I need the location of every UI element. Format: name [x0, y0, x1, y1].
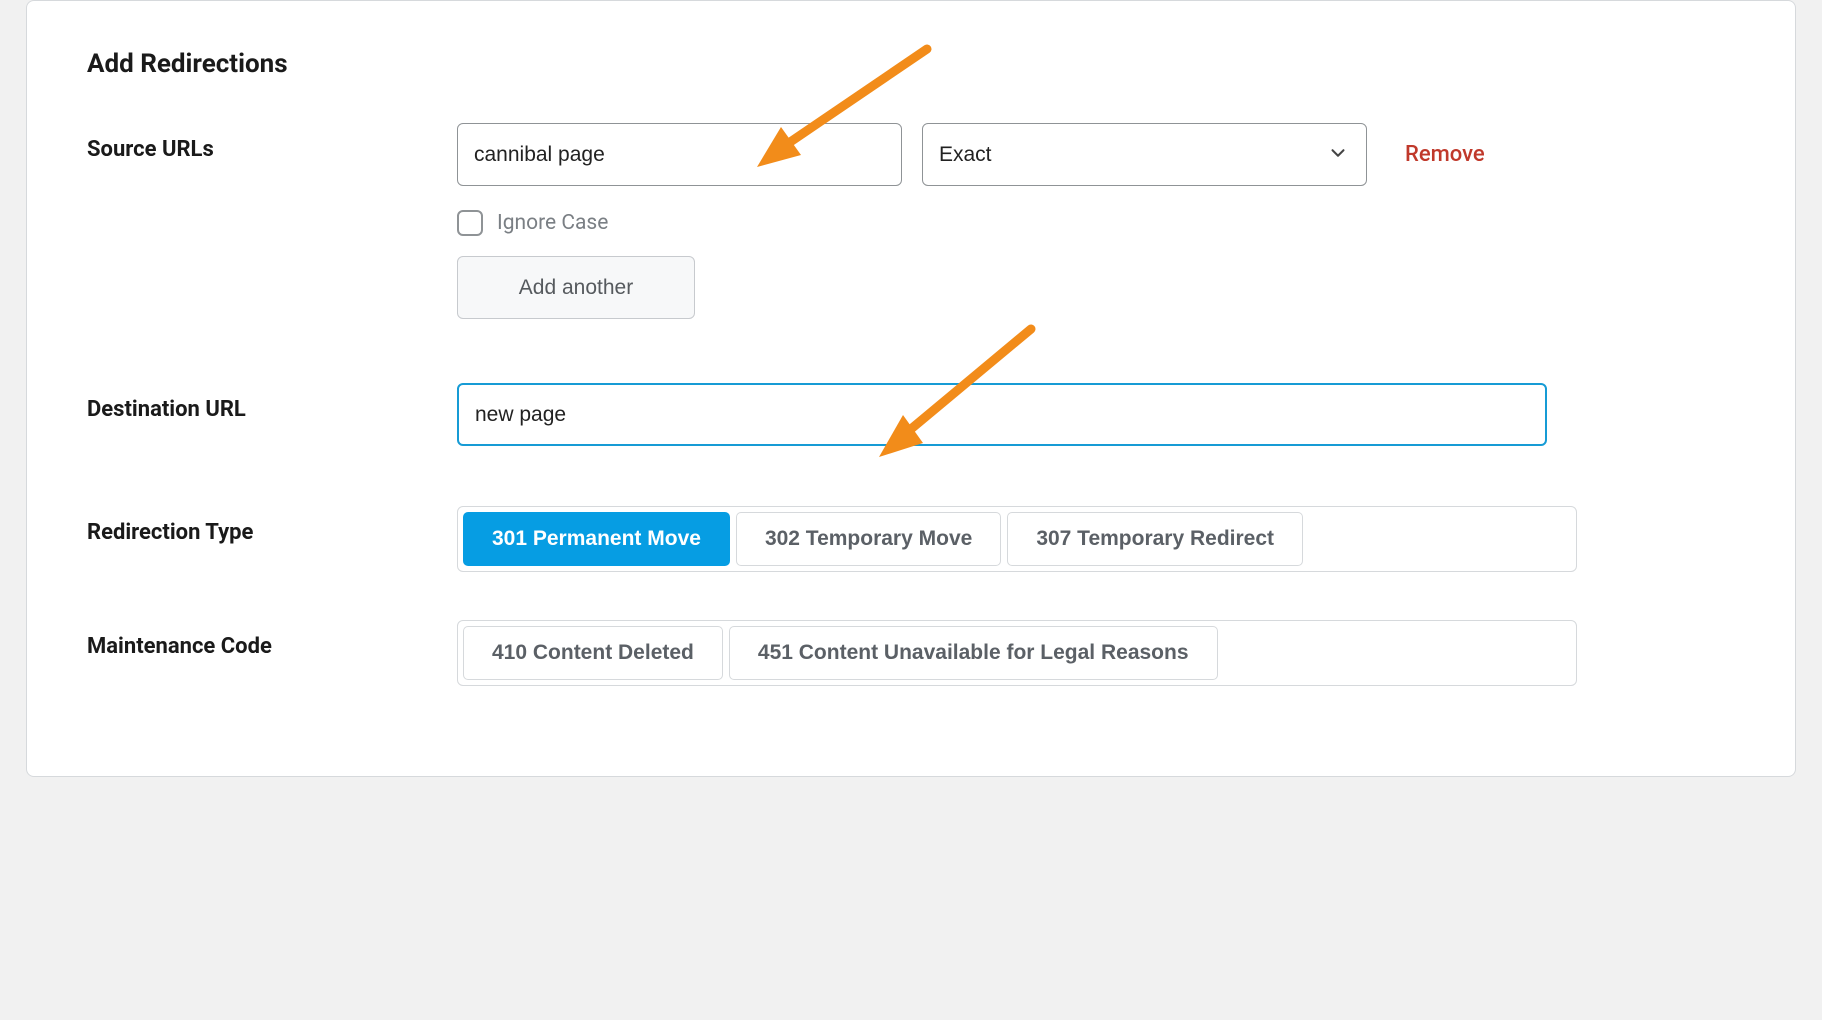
destination-body — [457, 383, 1577, 446]
redirect-302-button[interactable]: 302 Temporary Move — [736, 512, 1001, 566]
label-destination-url: Destination URL — [87, 383, 457, 422]
section-title: Add Redirections — [87, 49, 1735, 79]
source-url-input[interactable] — [457, 123, 902, 186]
redirection-type-group: 301 Permanent Move 302 Temporary Move 30… — [457, 506, 1577, 572]
maintenance-410-button[interactable]: 410 Content Deleted — [463, 626, 723, 680]
ignore-case-label: Ignore Case — [497, 211, 608, 235]
redirect-301-button[interactable]: 301 Permanent Move — [463, 512, 730, 566]
redirections-panel: Add Redirections Source URLs Remove Igno… — [26, 0, 1796, 777]
source-body: Remove Ignore Case Add another — [457, 123, 1577, 319]
destination-url-input[interactable] — [457, 383, 1547, 446]
ignore-case-checkbox[interactable] — [457, 210, 483, 236]
redirection-type-body: 301 Permanent Move 302 Temporary Move 30… — [457, 506, 1577, 572]
remove-link[interactable]: Remove — [1405, 142, 1485, 167]
source-line: Remove — [457, 123, 1577, 186]
row-maintenance-code: Maintenance Code 410 Content Deleted 451… — [87, 620, 1735, 686]
add-another-button[interactable]: Add another — [457, 256, 695, 319]
maintenance-451-button[interactable]: 451 Content Unavailable for Legal Reason… — [729, 626, 1218, 680]
label-redirection-type: Redirection Type — [87, 506, 457, 545]
match-type-select-wrap — [922, 123, 1367, 186]
label-maintenance-code: Maintenance Code — [87, 620, 457, 659]
match-type-select[interactable] — [922, 123, 1367, 186]
redirect-307-button[interactable]: 307 Temporary Redirect — [1007, 512, 1303, 566]
maintenance-code-body: 410 Content Deleted 451 Content Unavaila… — [457, 620, 1577, 686]
row-redirection-type: Redirection Type 301 Permanent Move 302 … — [87, 506, 1735, 572]
label-source-urls: Source URLs — [87, 123, 457, 162]
row-source-urls: Source URLs Remove Ignore Case Add anoth… — [87, 123, 1735, 319]
maintenance-code-group: 410 Content Deleted 451 Content Unavaila… — [457, 620, 1577, 686]
row-destination-url: Destination URL — [87, 383, 1735, 446]
ignore-case-row: Ignore Case — [457, 210, 1577, 236]
